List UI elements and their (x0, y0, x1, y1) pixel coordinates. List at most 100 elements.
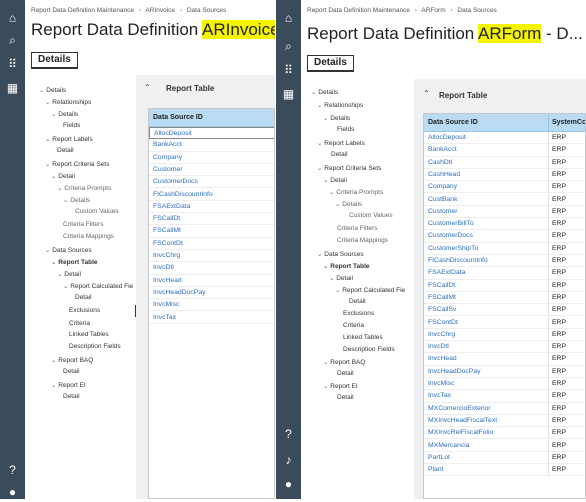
table-row[interactable]: InvcDtl (149, 262, 274, 275)
tree-node[interactable]: ⌄ Details (335, 200, 362, 208)
tab-details[interactable]: Details (307, 55, 354, 72)
table-row[interactable]: InvcHeadDocPay (149, 287, 274, 300)
breadcrumb-item[interactable]: Report Data Definition Maintenance (307, 7, 410, 14)
table-row[interactable]: InvcChrg (424, 329, 548, 342)
breadcrumb-item[interactable]: ARInvoice (145, 7, 175, 14)
tree-node[interactable]: ⌄ Data Sources (317, 250, 364, 258)
tree-node-selected[interactable]: ⌄ Report Table (51, 258, 98, 266)
tree-node[interactable]: ⌄ Report Labels (45, 135, 93, 143)
table-row[interactable]: InvcMisc (424, 378, 548, 391)
tree-node[interactable]: ⌄ Report BAQ (323, 358, 365, 366)
table-row[interactable]: MXMercancia (424, 440, 548, 452)
breadcrumb-item[interactable]: Data Sources (457, 7, 496, 14)
tree-node[interactable]: ⌄ Relationships (45, 98, 91, 106)
tree-node[interactable]: Custom Values (75, 208, 119, 215)
tree-node[interactable]: Detail (75, 294, 92, 301)
table-row[interactable]: FICashDiscountInfo (424, 255, 548, 268)
table-row[interactable]: FSCallDt (424, 280, 548, 292)
table-row[interactable]: InvcHead (149, 275, 274, 287)
tree-node-selected[interactable]: ⌄ Report Table (323, 262, 370, 270)
tree-node[interactable]: ⌄ Details (323, 114, 350, 122)
help-icon[interactable]: ? (276, 424, 301, 444)
tree-node[interactable]: Description Fields (343, 346, 395, 353)
tree-node[interactable]: ⌄ Report Criteria Sets (317, 164, 381, 172)
table-row[interactable]: CustBank (424, 194, 548, 206)
table-row[interactable]: BankAcct (424, 144, 548, 157)
tree-node[interactable]: Linked Tables (69, 331, 109, 338)
tree-node[interactable]: ⌄ Report Labels (317, 139, 365, 147)
tree-node[interactable]: ⌄ Criteria Prompts (57, 184, 111, 192)
column-header-data-source-id[interactable]: Data Source ID (149, 109, 274, 127)
tree-node[interactable]: ⌄ Report EI (51, 381, 86, 389)
help-icon[interactable]: ? (0, 460, 25, 480)
table-row[interactable]: CashHead (424, 169, 548, 182)
table-row[interactable]: Company (424, 181, 548, 194)
breadcrumb-item[interactable]: Data Sources (187, 7, 226, 14)
dashboard-icon[interactable]: ▦ (0, 78, 25, 98)
avatar[interactable]: ● (276, 474, 301, 494)
table-row[interactable]: InvcDtl (424, 341, 548, 354)
table-row[interactable]: FSCallMt (424, 292, 548, 305)
dashboard-icon[interactable]: ▦ (276, 84, 301, 104)
breadcrumb-item[interactable]: Report Data Definition Maintenance (31, 7, 134, 14)
table-row[interactable]: AllocDeposit (149, 127, 274, 140)
table-row[interactable]: InvcChrg (149, 250, 274, 263)
collapse-chevron-icon[interactable]: ⌃ (144, 83, 151, 92)
table-row[interactable]: Company (149, 152, 274, 164)
tree-node[interactable]: Fields (337, 126, 354, 133)
table-row[interactable]: FICashDiscountInfo (149, 189, 274, 201)
collapse-chevron-icon[interactable]: ⌃ (423, 89, 430, 98)
tree-node[interactable]: Detail (63, 368, 80, 375)
table-row[interactable]: MXInvcHeadFiscalText (424, 415, 548, 428)
table-row[interactable]: FSCallDt (149, 213, 274, 226)
tree-node[interactable]: Detail (349, 298, 366, 305)
tree-node[interactable]: Criteria Filters (63, 221, 103, 228)
tree-node[interactable]: ⌄ Report Criteria Sets (45, 160, 109, 168)
tree-node[interactable]: Description Fields (69, 343, 121, 350)
table-row[interactable]: InvcMisc (149, 299, 274, 312)
tree-node[interactable]: ⌄ Data Sources (45, 246, 92, 254)
tree-node[interactable]: ⌄ Detail (329, 274, 353, 282)
tree-node[interactable]: ⌄ Report BAQ (51, 356, 93, 364)
table-row[interactable]: Customer (424, 206, 548, 219)
tree-node[interactable]: ⌄ Details (63, 196, 90, 204)
tree-node[interactable]: ⌄ Detail (51, 172, 75, 180)
table-row[interactable]: CustomerDocs (149, 176, 274, 189)
table-row[interactable]: Customer (149, 164, 274, 177)
tree-node[interactable]: Linked Tables (343, 334, 383, 341)
table-row[interactable]: FSCallSv (424, 304, 548, 317)
table-row[interactable]: Plant (424, 464, 548, 477)
table-row[interactable]: FSCallMt (149, 225, 274, 238)
tree-node[interactable]: Exclusions (343, 310, 374, 317)
tree-node[interactable]: Criteria Mappings (337, 237, 388, 244)
table-row[interactable]: FSContDt (424, 317, 548, 329)
tree-node[interactable]: ⌄ Detail (323, 176, 347, 184)
avatar[interactable]: ● (0, 482, 25, 502)
tree-node[interactable]: ⌄ Criteria Prompts (329, 188, 383, 196)
tab-details[interactable]: Details (31, 52, 78, 69)
table-row[interactable]: MXComercioExterior (424, 403, 548, 415)
tree-node[interactable]: Detail (63, 393, 80, 400)
tree-node[interactable]: Fields (63, 122, 80, 129)
tree-node[interactable]: ⌄ Report Calculated Fie (63, 282, 133, 290)
tree-node[interactable]: ⌄ Report EI (323, 382, 358, 390)
tree-node[interactable]: ⌄ Details (51, 110, 78, 118)
table-row[interactable]: CustomerShipTo (424, 243, 548, 255)
tree-node[interactable]: ⌄ Report Calculated Fie (335, 286, 405, 294)
table-row[interactable]: FSAExtData (424, 267, 548, 280)
table-row[interactable]: CustomerBillTo (424, 218, 548, 231)
tree-node[interactable]: Custom Values (349, 212, 393, 219)
tree-node[interactable]: ⌄ Detail (57, 270, 81, 278)
apps-grid-icon[interactable]: ⠿ (276, 60, 301, 80)
column-header-system-code[interactable]: SystemCod (548, 114, 585, 132)
tree-node[interactable]: Detail (337, 370, 354, 377)
table-row[interactable]: InvcTax (424, 390, 548, 403)
tree-node[interactable]: Detail (331, 151, 348, 158)
table-row[interactable]: InvcHeadDocPay (424, 366, 548, 378)
tree-node[interactable]: Criteria (343, 322, 364, 329)
tree-node[interactable]: Criteria (69, 320, 90, 327)
tree-node[interactable]: ⌄ Details (39, 86, 66, 94)
table-row[interactable]: AllocDeposit (424, 132, 548, 145)
tree-node[interactable]: Detail (337, 394, 354, 401)
tree-node[interactable]: Exclusions (69, 307, 100, 314)
